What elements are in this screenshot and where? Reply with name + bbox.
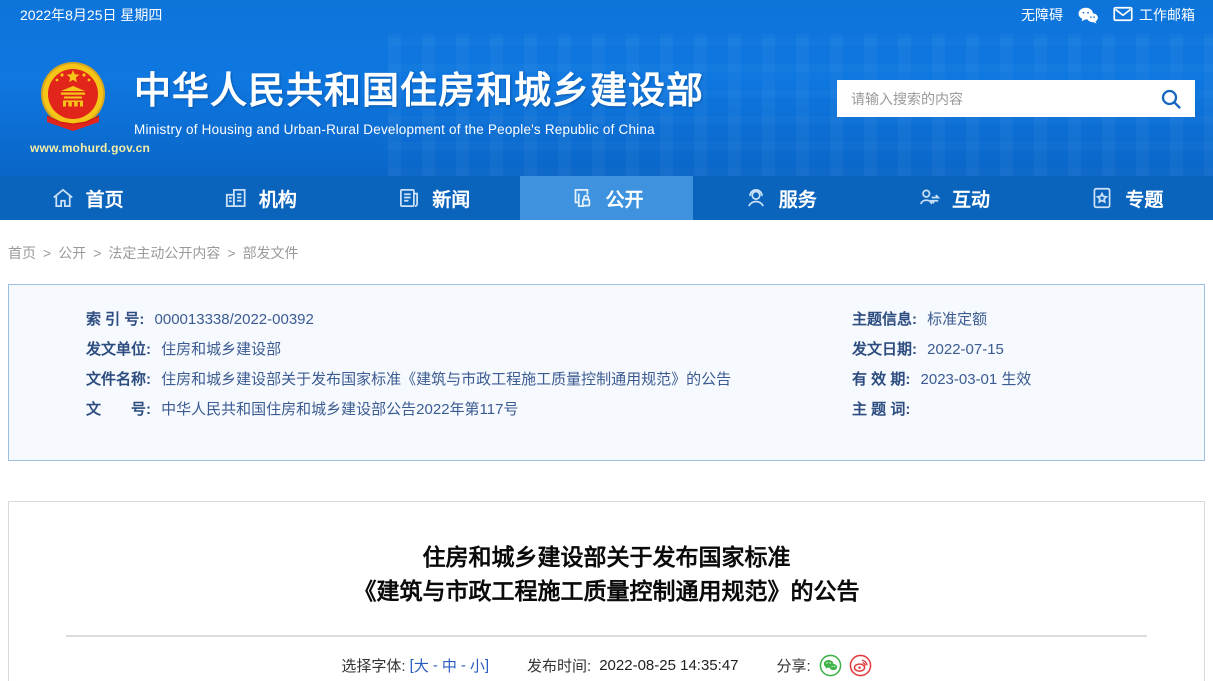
search-box bbox=[837, 80, 1195, 117]
meta-keywords: 主 题 词: bbox=[852, 401, 911, 418]
nav-item-news[interactable]: 新闻 bbox=[347, 176, 520, 220]
site-header: 2022年8月25日 星期四 无障碍 工作邮箱 www.mohurd.gov.c… bbox=[0, 0, 1213, 176]
nav-item-interaction[interactable]: 互动 bbox=[866, 176, 1039, 220]
building-icon bbox=[223, 185, 249, 211]
document-metadata-box: 索 引 号: 000013338/2022-00392 发文单位: 住房和城乡建… bbox=[8, 284, 1205, 461]
nav-item-services[interactable]: 服务 bbox=[693, 176, 866, 220]
work-mailbox-link[interactable]: 工作邮箱 bbox=[1113, 5, 1195, 25]
meta-document-number: 文 号: 中华人民共和国住房和城乡建设部公告2022年第117号 bbox=[86, 401, 519, 418]
article-container: 住房和城乡建设部关于发布国家标准 《建筑与市政工程施工质量控制通用规范》的公告 … bbox=[8, 501, 1205, 681]
site-title-chinese: 中华人民共和国住房和城乡建设部 bbox=[134, 70, 704, 111]
documents-lock-icon bbox=[569, 185, 595, 211]
breadcrumb-disclosure[interactable]: 公开 bbox=[58, 245, 86, 261]
font-size-medium[interactable]: 中 bbox=[442, 655, 457, 676]
article-title: 住房和城乡建设部关于发布国家标准 《建筑与市政工程施工质量控制通用规范》的公告 bbox=[353, 544, 860, 604]
font-size-small[interactable]: 小 bbox=[470, 655, 485, 676]
share-wechat-icon[interactable] bbox=[819, 654, 842, 677]
meta-issue-date: 发文日期: 2022-07-15 bbox=[852, 341, 1004, 358]
accessibility-link[interactable]: 无障碍 bbox=[1021, 5, 1063, 25]
main-navigation: 首页 机构 新闻 公开 服务 互动 专题 bbox=[0, 176, 1213, 220]
title-divider bbox=[66, 635, 1147, 637]
meta-effective-date: 有 效 期: 2023-03-01 生效 bbox=[852, 371, 1032, 388]
current-date: 2022年8月25日 星期四 bbox=[20, 7, 163, 23]
service-person-icon bbox=[743, 185, 769, 211]
nav-item-disclosure[interactable]: 公开 bbox=[519, 176, 694, 220]
search-input[interactable] bbox=[851, 90, 1159, 107]
home-icon bbox=[50, 185, 76, 211]
nav-item-home[interactable]: 首页 bbox=[0, 176, 173, 220]
newspaper-icon bbox=[396, 185, 422, 211]
breadcrumb-home[interactable]: 首页 bbox=[8, 245, 36, 261]
font-size-label: 选择字体: bbox=[341, 658, 406, 675]
share-label: 分享: bbox=[776, 658, 811, 675]
top-bar: 2022年8月25日 星期四 无障碍 工作邮箱 bbox=[0, 0, 1213, 30]
meta-subject-info: 主题信息: 标准定额 bbox=[852, 311, 988, 328]
envelope-icon bbox=[1113, 6, 1133, 25]
site-url: www.mohurd.gov.cn bbox=[30, 141, 151, 155]
font-size-large[interactable]: 大 bbox=[414, 655, 429, 676]
search-icon[interactable] bbox=[1159, 87, 1183, 111]
publish-time-label: 发布时间: bbox=[527, 658, 592, 675]
publish-time-value: 2022-08-25 14:35:47 bbox=[599, 657, 739, 674]
breadcrumb-statutory-content[interactable]: 法定主动公开内容 bbox=[108, 245, 220, 261]
meta-issuing-unit: 发文单位: 住房和城乡建设部 bbox=[86, 341, 282, 358]
breadcrumb: 首页 > 公开 > 法定主动公开内容 > 部发文件 bbox=[8, 245, 299, 261]
person-arrows-icon bbox=[916, 185, 942, 211]
site-title-english: Ministry of Housing and Urban-Rural Deve… bbox=[134, 122, 655, 137]
share-weibo-icon[interactable] bbox=[849, 654, 872, 677]
meta-document-name: 文件名称: 住房和城乡建设部关于发布国家标准《建筑与市政工程施工质量控制通用规范… bbox=[86, 371, 732, 388]
breadcrumb-current-page: 部发文件 bbox=[242, 245, 299, 261]
star-badge-icon bbox=[1089, 185, 1115, 211]
meta-index-number: 索 引 号: 000013338/2022-00392 bbox=[86, 311, 314, 328]
nav-item-topics[interactable]: 专题 bbox=[1040, 176, 1213, 220]
nav-item-organization[interactable]: 机构 bbox=[173, 176, 346, 220]
article-meta-row: 选择字体: [大 - 中 - 小] 发布时间: 2022-08-25 14:35:47 … bbox=[9, 654, 1204, 677]
wechat-icon[interactable] bbox=[1077, 6, 1099, 24]
national-emblem-logo bbox=[39, 62, 107, 138]
